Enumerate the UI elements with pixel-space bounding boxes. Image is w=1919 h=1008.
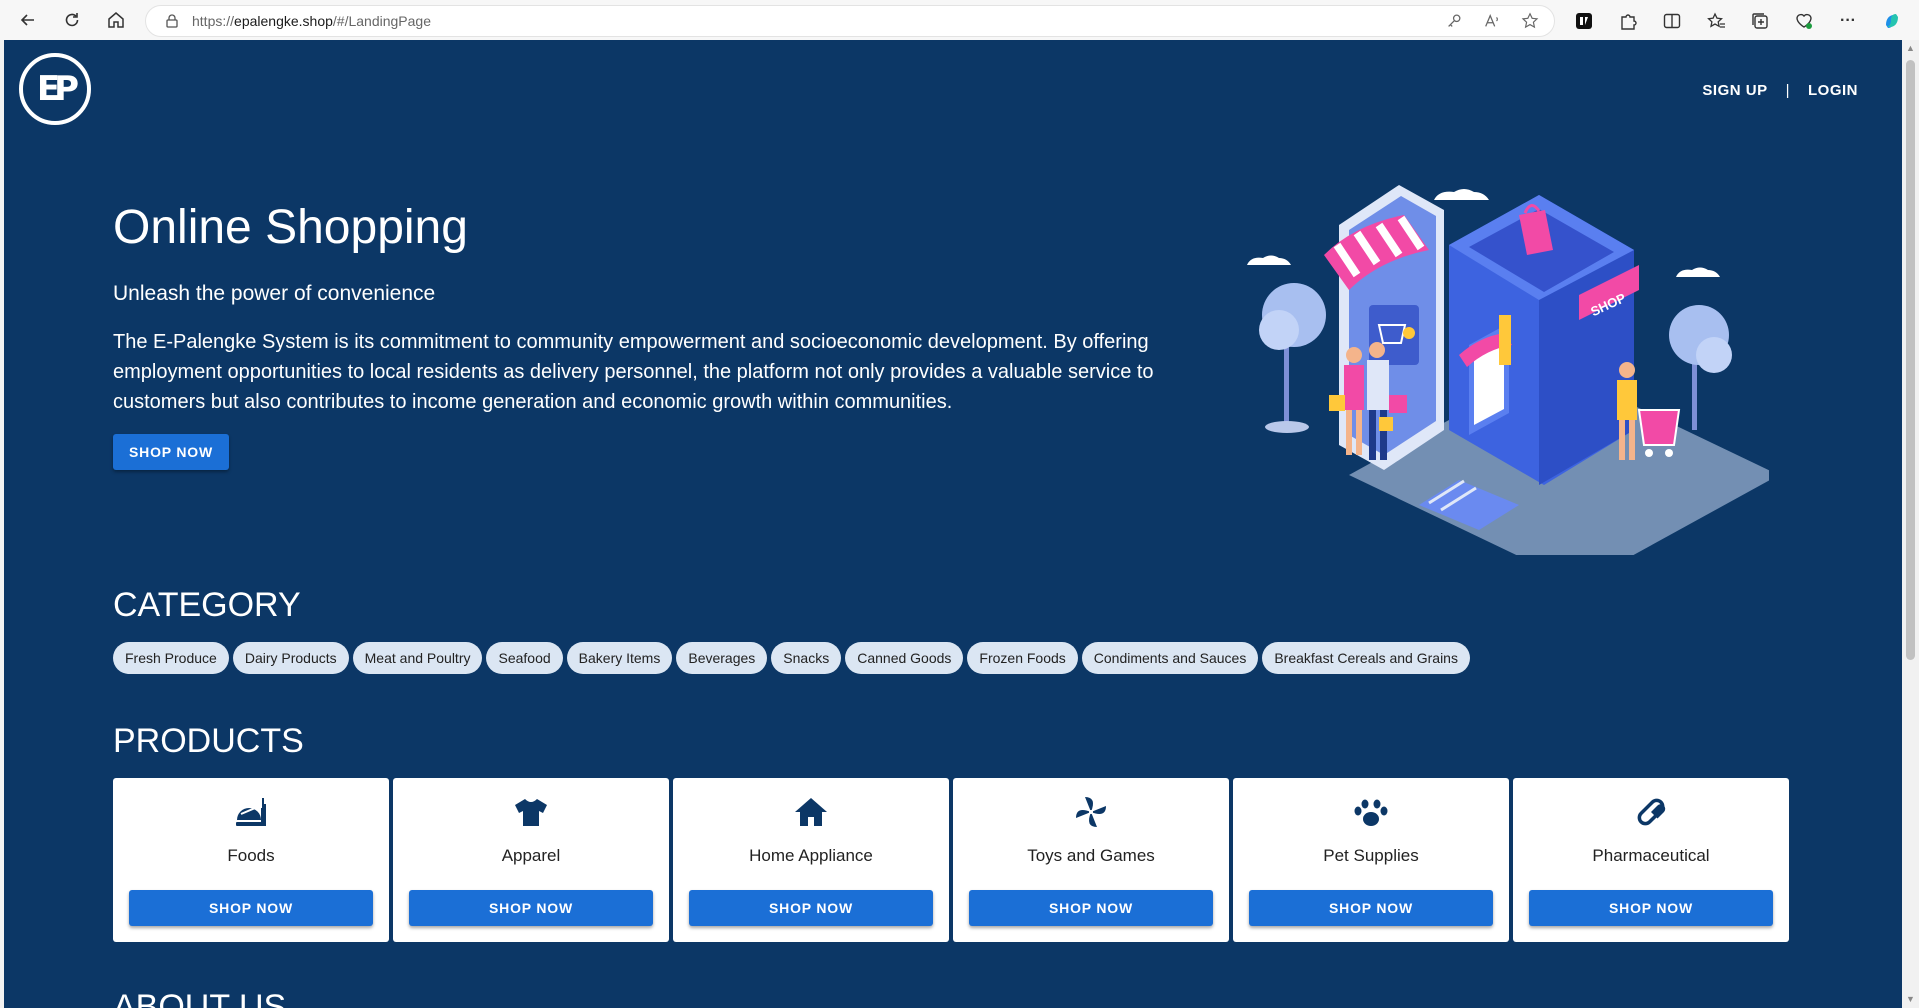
shop-now-pharmaceutical-button[interactable]: SHOP NOW (1529, 890, 1773, 926)
home-icon (791, 792, 831, 832)
category-chip-condiments-and-sauces[interactable]: Condiments and Sauces (1081, 642, 1259, 674)
category-chip-breakfast-cereals-and-grains[interactable]: Breakfast Cereals and Grains (1262, 642, 1470, 674)
address-bar[interactable]: https://epalengke.shop/#/LandingPage (145, 5, 1555, 37)
product-name: Pet Supplies (1323, 846, 1419, 865)
category-chip-bakery-items[interactable]: Bakery Items (566, 642, 673, 674)
login-link[interactable]: LOGIN (1808, 82, 1858, 99)
browser-essentials-icon[interactable] (1790, 7, 1818, 35)
product-card-pet-supplies: Pet Supplies SHOP NOW (1233, 778, 1509, 942)
hero-subtitle: Unleash the power of convenience (113, 282, 436, 305)
category-chip-dairy-products[interactable]: Dairy Products (232, 642, 349, 674)
home-icon[interactable] (96, 2, 136, 38)
url-text: https://epalengke.shop/#/LandingPage (192, 13, 431, 29)
product-name: Pharmaceutical (1592, 846, 1710, 865)
browser-toolbar: https://epalengke.shop/#/LandingPage ··· (0, 0, 1919, 40)
signup-link[interactable]: SIGN UP (1702, 82, 1767, 99)
category-chip-frozen-foods[interactable]: Frozen Foods (967, 642, 1078, 674)
product-name: Apparel (501, 846, 561, 865)
products-title: PRODUCTS (113, 722, 304, 760)
split-screen-icon[interactable] (1658, 7, 1686, 35)
top-nav: SIGN UP | LOGIN (1702, 82, 1858, 99)
extensions-puzzle-icon[interactable] (1614, 7, 1642, 35)
category-chip-snacks[interactable]: Snacks (771, 642, 842, 674)
category-chip-canned-goods[interactable]: Canned Goods (845, 642, 964, 674)
key-icon[interactable] (1444, 11, 1464, 31)
category-chip-beverages[interactable]: Beverages (676, 642, 768, 674)
read-aloud-icon[interactable] (1482, 11, 1502, 31)
shop-now-apparel-button[interactable]: SHOP NOW (409, 890, 653, 926)
back-icon[interactable] (8, 2, 48, 38)
product-card-foods: Foods SHOP NOW (113, 778, 389, 942)
hero-description: The E-Palengke System is its commitment … (113, 331, 1154, 413)
category-title: CATEGORY (113, 586, 301, 624)
hero-shop-now-button[interactable]: SHOP NOW (113, 434, 229, 470)
hero-title: Online Shopping (113, 201, 468, 254)
product-name: Toys and Games (1027, 846, 1155, 865)
shop-now-home-appliance-button[interactable]: SHOP NOW (689, 890, 933, 926)
product-name: Home Appliance (749, 846, 873, 865)
pill-icon (1631, 792, 1671, 832)
product-card-pharmaceutical: Pharmaceutical SHOP NOW (1513, 778, 1789, 942)
refresh-icon[interactable] (52, 2, 92, 38)
favorites-icon[interactable] (1702, 7, 1730, 35)
shop-now-toys-and-games-button[interactable]: SHOP NOW (969, 890, 1213, 926)
product-name: Foods (227, 846, 275, 865)
pinwheel-icon (1071, 792, 1111, 832)
category-chip-meat-and-poultry[interactable]: Meat and Poultry (352, 642, 483, 674)
category-chip-seafood[interactable]: Seafood (486, 642, 563, 674)
shop-now-foods-button[interactable]: SHOP NOW (129, 890, 373, 926)
extension-app-icon[interactable] (1570, 7, 1598, 35)
paw-icon (1351, 792, 1391, 832)
scroll-up-arrow-icon[interactable]: ▲ (1906, 44, 1915, 53)
collections-icon[interactable] (1746, 7, 1774, 35)
about-us-title: ABOUT US (113, 988, 287, 1008)
epalengke-logo[interactable]: EP (19, 53, 91, 125)
page-scrollbar[interactable]: ▲ ▼ (1902, 40, 1919, 1008)
scrollbar-thumb[interactable] (1906, 60, 1915, 660)
product-card-toys-and-games: Toys and Games SHOP NOW (953, 778, 1229, 942)
product-card-apparel: Apparel SHOP NOW (393, 778, 669, 942)
copilot-icon[interactable] (1878, 7, 1906, 35)
category-chip-list: Fresh Produce Dairy Products Meat and Po… (113, 642, 1470, 674)
food-icon (231, 792, 271, 832)
scroll-down-arrow-icon[interactable]: ▼ (1906, 995, 1915, 1004)
lock-icon (166, 14, 178, 28)
category-chip-fresh-produce[interactable]: Fresh Produce (113, 642, 229, 674)
nav-separator: | (1785, 82, 1790, 99)
shop-now-pet-supplies-button[interactable]: SHOP NOW (1249, 890, 1493, 926)
shirt-icon (511, 792, 551, 832)
favorite-star-icon[interactable] (1520, 11, 1540, 31)
shopping-illustration: SHOP (1247, 185, 1769, 555)
page-viewport: EP SIGN UP | LOGIN Online Shopping Unlea… (4, 40, 1902, 1008)
product-card-home-appliance: Home Appliance SHOP NOW (673, 778, 949, 942)
product-card-list: Foods SHOP NOW Apparel SHOP NOW Home App… (113, 778, 1789, 942)
more-menu-icon[interactable]: ··· (1834, 7, 1862, 35)
